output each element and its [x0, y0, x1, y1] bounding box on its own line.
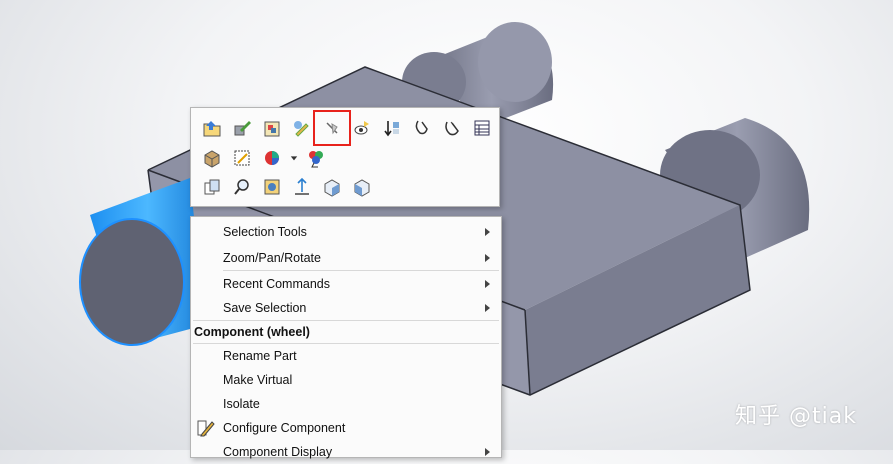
- stack-components-icon[interactable]: [377, 115, 407, 141]
- toolbar-row-3: [197, 174, 377, 200]
- snapshot-icon[interactable]: [257, 174, 287, 200]
- open-part-icon[interactable]: [197, 115, 227, 141]
- menu-item-zoom-pan-rotate[interactable]: Zoom/Pan/Rotate: [191, 246, 501, 270]
- menu-item-make-virtual[interactable]: Make Virtual: [191, 368, 501, 392]
- context-menu: Selection Tools Zoom/Pan/Rotate Recent C…: [190, 216, 502, 459]
- menu-item-selection-tools[interactable]: Selection Tools: [191, 220, 501, 244]
- menu-separator: [223, 270, 499, 271]
- paperclip-icon[interactable]: [437, 115, 467, 141]
- menu-item-label: Component Display: [223, 445, 333, 459]
- menu-item-save-selection[interactable]: Save Selection: [191, 296, 501, 320]
- copy-icon[interactable]: [197, 174, 227, 200]
- appearance-sphere-icon[interactable]: [257, 145, 287, 171]
- menu-item-label: Isolate: [223, 397, 260, 411]
- menu-item-label: Configure Component: [223, 421, 346, 435]
- menu-section-header: Component (wheel): [191, 321, 501, 343]
- submenu-arrow-icon: [485, 254, 490, 262]
- menu-item-label: Recent Commands: [223, 277, 330, 291]
- submenu-arrow-icon: [485, 304, 490, 312]
- graphics-viewport[interactable]: Selection Tools Zoom/Pan/Rotate Recent C…: [0, 0, 893, 459]
- dropdown-arrow-icon[interactable]: [287, 145, 301, 171]
- hide-components-icon[interactable]: [313, 110, 351, 146]
- submenu-arrow-icon: [485, 228, 490, 236]
- menu-item-component-display[interactable]: Component Display: [191, 440, 501, 464]
- view-cube-icon[interactable]: [347, 174, 377, 200]
- properties-table-icon[interactable]: [497, 115, 527, 141]
- watermark: 知乎 @tiak: [735, 404, 857, 429]
- menu-item-label: Rename Part: [223, 349, 297, 363]
- materials-cube-icon[interactable]: [197, 145, 227, 171]
- sort-down-icon[interactable]: [407, 115, 437, 141]
- menu-item-label: Save Selection: [223, 301, 307, 315]
- edit-wrench-icon[interactable]: [227, 115, 257, 141]
- section-header-label: Component (wheel): [194, 325, 310, 339]
- toolbar-row-2: [197, 145, 331, 171]
- view-box-icon[interactable]: [317, 174, 347, 200]
- menu-item-label: Zoom/Pan/Rotate: [223, 251, 321, 265]
- edit-sketch-icon[interactable]: [227, 145, 257, 171]
- toolbar-row-1: [197, 110, 527, 146]
- context-toolbar: [190, 107, 500, 207]
- color-balls-icon[interactable]: [301, 145, 331, 171]
- menu-item-isolate[interactable]: Isolate: [191, 392, 501, 416]
- edit-assembly-icon[interactable]: [257, 115, 287, 141]
- submenu-arrow-icon: [485, 448, 490, 456]
- menu-item-rename-part[interactable]: Rename Part: [191, 344, 501, 368]
- zoom-magnifier-icon[interactable]: [227, 174, 257, 200]
- paperclip-dual-icon[interactable]: [467, 115, 497, 141]
- configure-pencil-icon: [197, 420, 215, 437]
- show-hide-eye-icon[interactable]: [347, 115, 377, 141]
- menu-item-label: Selection Tools: [223, 225, 307, 239]
- menu-item-recent-commands[interactable]: Recent Commands: [191, 272, 501, 296]
- wheel-selected[interactable]: [79, 178, 205, 346]
- menu-item-configure-component[interactable]: Configure Component: [191, 416, 501, 440]
- submenu-arrow-icon: [485, 280, 490, 288]
- normal-to-icon[interactable]: [287, 174, 317, 200]
- menu-item-label: Make Virtual: [223, 373, 293, 387]
